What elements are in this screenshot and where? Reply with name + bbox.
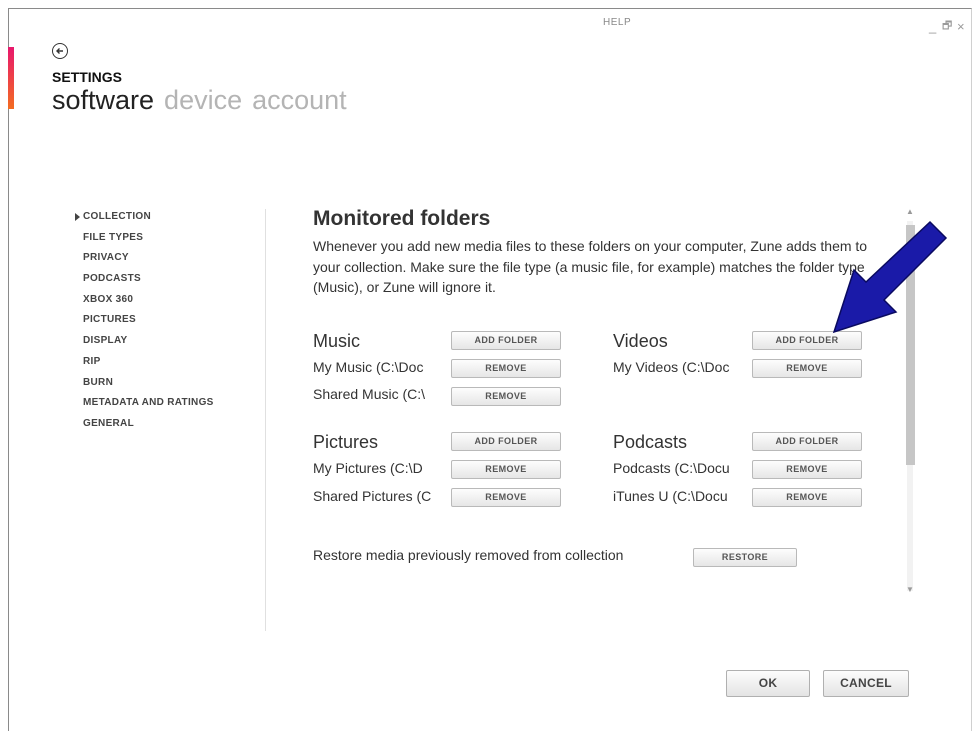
section-heading: Monitored folders bbox=[313, 207, 491, 230]
tab-device[interactable]: device bbox=[164, 85, 242, 115]
text-fade bbox=[731, 459, 753, 479]
pictures-add-folder-button[interactable]: ADD FOLDER bbox=[451, 432, 561, 451]
sidebar-item-general[interactable]: GENERAL bbox=[75, 416, 214, 437]
brand-accent-bar bbox=[8, 47, 14, 109]
scroll-down-icon[interactable]: ▼ bbox=[906, 585, 914, 594]
sidebar-divider bbox=[265, 209, 266, 631]
music-add-folder-button[interactable]: ADD FOLDER bbox=[451, 331, 561, 350]
videos-title: Videos bbox=[613, 331, 668, 351]
sidebar-item-display[interactable]: DISPLAY bbox=[75, 333, 214, 354]
sidebar-item-collection[interactable]: COLLECTION bbox=[75, 209, 214, 230]
tab-software[interactable]: software bbox=[52, 85, 154, 115]
minimize-icon[interactable]: _ bbox=[929, 20, 936, 33]
restore-button[interactable]: RESTORE bbox=[693, 548, 797, 567]
help-link[interactable]: HELP bbox=[603, 17, 631, 28]
text-fade bbox=[430, 487, 452, 507]
sidebar-item-file-types[interactable]: FILE TYPES bbox=[75, 230, 214, 251]
sidebar-item-pictures[interactable]: PICTURES bbox=[75, 312, 214, 333]
pictures-remove-button-2[interactable]: REMOVE bbox=[451, 488, 561, 507]
restore-description: Restore media previously removed from co… bbox=[313, 547, 624, 563]
sidebar-item-burn[interactable]: BURN bbox=[75, 375, 214, 396]
scroll-up-icon[interactable]: ▲ bbox=[906, 207, 914, 216]
restore-icon[interactable]: 🗗 bbox=[942, 21, 952, 32]
sidebar-item-rip[interactable]: RIP bbox=[75, 354, 214, 375]
sidebar-item-metadata-and-ratings[interactable]: METADATA AND RATINGS bbox=[75, 395, 214, 416]
music-remove-button-2[interactable]: REMOVE bbox=[451, 387, 561, 406]
close-icon[interactable]: × bbox=[957, 20, 965, 33]
sidebar-item-xbox-360[interactable]: XBOX 360 bbox=[75, 292, 214, 313]
settings-tabs: software device account bbox=[52, 85, 357, 116]
cancel-button[interactable]: CANCEL bbox=[823, 670, 909, 697]
annotation-arrow-icon bbox=[832, 220, 948, 334]
podcasts-add-folder-button[interactable]: ADD FOLDER bbox=[752, 432, 862, 451]
section-description: Whenever you add new media files to thes… bbox=[313, 238, 868, 295]
podcasts-title: Podcasts bbox=[613, 432, 688, 452]
ok-button[interactable]: OK bbox=[726, 670, 810, 697]
music-title: Music bbox=[313, 331, 361, 351]
pictures-remove-button-1[interactable]: REMOVE bbox=[451, 460, 561, 479]
tab-account[interactable]: account bbox=[252, 85, 347, 115]
text-fade bbox=[430, 459, 452, 479]
page-title: SETTINGS bbox=[52, 69, 123, 85]
videos-remove-button-1[interactable]: REMOVE bbox=[752, 359, 862, 378]
music-remove-button-1[interactable]: REMOVE bbox=[451, 359, 561, 378]
text-fade bbox=[430, 358, 452, 378]
text-fade bbox=[430, 385, 452, 405]
podcasts-remove-button-1[interactable]: REMOVE bbox=[752, 460, 862, 479]
sidebar-item-privacy[interactable]: PRIVACY bbox=[75, 250, 214, 271]
text-fade bbox=[731, 487, 753, 507]
back-arrow-icon[interactable] bbox=[52, 43, 68, 59]
settings-sidebar: COLLECTION FILE TYPES PRIVACY PODCASTS X… bbox=[75, 209, 214, 437]
text-fade bbox=[731, 358, 753, 378]
selected-caret-icon bbox=[75, 213, 80, 221]
podcasts-remove-button-2[interactable]: REMOVE bbox=[752, 488, 862, 507]
pictures-title: Pictures bbox=[313, 432, 379, 452]
sidebar-item-podcasts[interactable]: PODCASTS bbox=[75, 271, 214, 292]
